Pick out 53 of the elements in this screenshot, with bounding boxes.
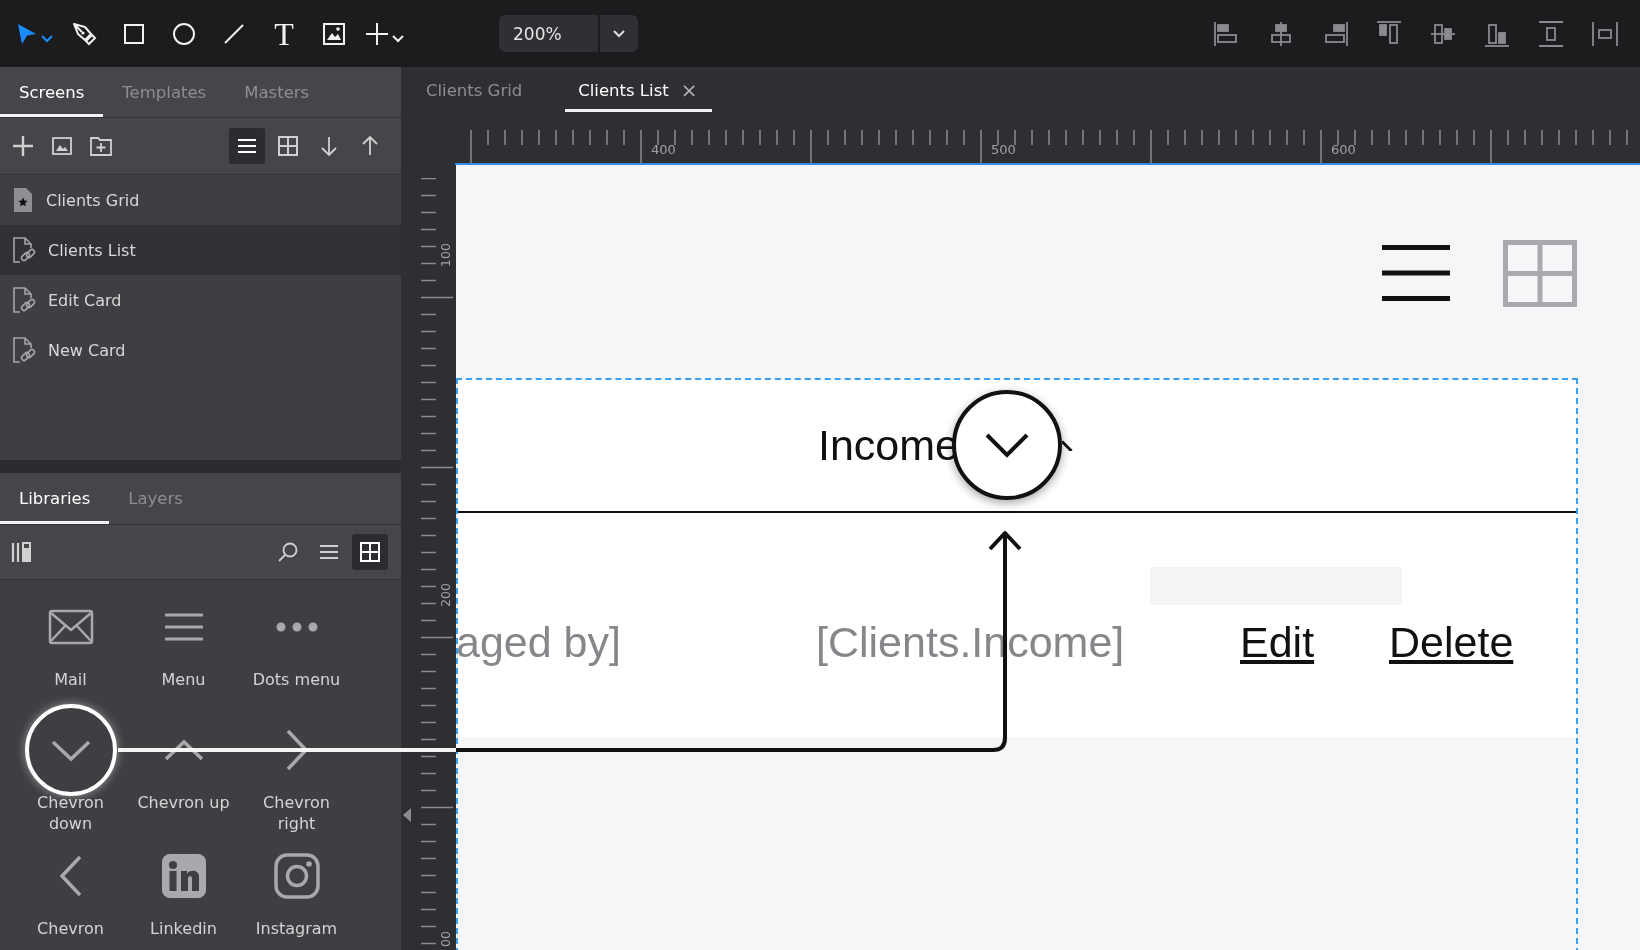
text-tool[interactable]: T [264,12,304,55]
table-cell-text: aged by] [456,617,622,667]
linked-page-icon [12,337,36,363]
edit-link[interactable]: Edit [1240,617,1315,666]
document-tab[interactable]: Clients Grid [413,67,536,112]
zoom-dropdown[interactable]: 200% [499,15,638,52]
search-icon [277,541,299,563]
line-icon [222,21,246,46]
plus-icon [364,20,390,47]
image-icon [51,135,73,157]
sort-caret-icon [1062,440,1073,451]
ruler-label: 200 [439,583,453,607]
linked-page-icon [12,237,36,263]
screen-item[interactable]: Clients Grid [0,175,401,225]
library-item[interactable]: Chevron up [127,703,240,829]
instagram-icon [272,852,321,900]
linked-page-icon [12,287,36,313]
library-item[interactable]: Chevron [14,829,127,939]
dots-icon [275,622,318,632]
grid-view-icon [359,541,381,563]
caret-icon [613,28,625,39]
grid-view-icon [277,135,299,157]
screen-item[interactable]: Clients List [0,225,401,275]
distribute-vertical-icon[interactable] [1536,18,1566,49]
linkedin-icon [159,852,208,900]
folder-plus-icon [89,135,113,157]
ruler-label: 600 [1331,142,1356,157]
ruler-label: 400 [651,142,676,157]
delete-link[interactable]: Delete [1389,617,1514,667]
document-tab[interactable]: Clients List × [565,67,713,112]
list-view-button[interactable] [229,128,265,164]
rectangle-icon [122,21,146,46]
circle-icon [171,20,197,47]
library-item[interactable]: Chevron down [14,703,127,829]
pen-icon [71,20,97,47]
plus-icon [12,135,34,157]
starred-page-icon [12,187,34,213]
library-item[interactable]: Mail [14,580,127,703]
ruler-label: 100 [439,243,453,267]
grid-view-button[interactable] [352,534,388,570]
image-icon [322,21,346,46]
collapse-icon[interactable] [403,808,411,822]
screen-item[interactable]: New Card [0,325,401,375]
library-item[interactable]: Menu [127,580,240,703]
grid-icon [1503,240,1577,307]
ruler-label: 500 [991,142,1016,157]
library-item[interactable]: Linkedin [127,829,240,939]
menu-icon [1382,245,1450,301]
ruler-label: 00 [439,931,453,947]
arrow-down-icon [318,135,340,157]
library-item[interactable]: Dots menu [240,580,353,703]
close-button[interactable]: × [678,78,700,102]
screen-item[interactable]: Edit Card [0,275,401,325]
